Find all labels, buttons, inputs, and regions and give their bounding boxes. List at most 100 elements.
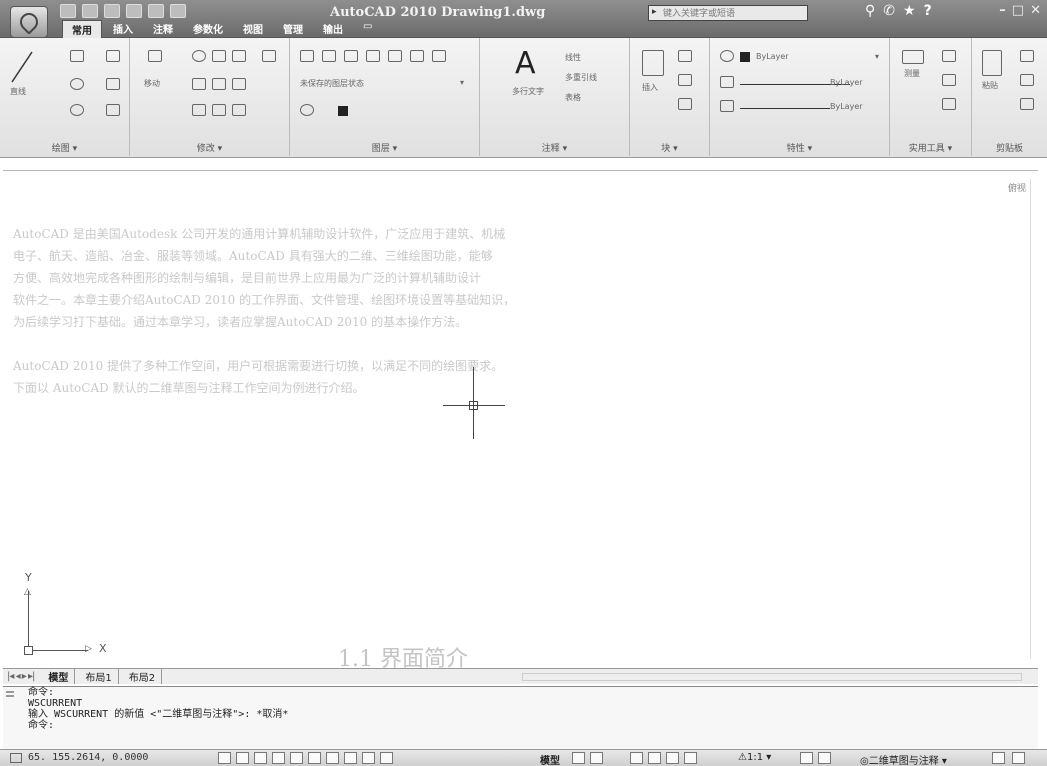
coordinates-icon[interactable] — [10, 753, 22, 763]
panel-block-title[interactable]: 块 ▾ — [630, 141, 709, 154]
offset-icon[interactable] — [232, 104, 246, 116]
layer-lock-icon[interactable] — [366, 50, 380, 62]
viewcube-label[interactable]: 俯视 — [1008, 181, 1026, 194]
close-button[interactable]: ✕ — [1030, 3, 1041, 18]
vertical-scrollbar[interactable] — [1030, 179, 1038, 659]
application-menu-button[interactable] — [10, 6, 48, 38]
stretch-icon[interactable] — [262, 50, 276, 62]
tab-parametric[interactable]: 参数化 — [184, 20, 232, 38]
insert-block-icon[interactable] — [642, 50, 664, 76]
ortho-mode-icon[interactable] — [254, 752, 267, 764]
multileader-dropdown[interactable]: 多重引线 — [565, 72, 597, 83]
tab-annotate[interactable]: 注释 — [144, 20, 182, 38]
quick-view-drawings-icon[interactable] — [590, 752, 603, 764]
annotation-visibility-icon[interactable] — [800, 752, 813, 764]
panel-utilities-title[interactable]: 实用工具 ▾ — [890, 141, 971, 154]
tab-view[interactable]: 视图 — [234, 20, 272, 38]
measure-icon[interactable] — [902, 50, 924, 64]
tab-insert[interactable]: 插入 — [104, 20, 142, 38]
quick-select-icon[interactable] — [942, 50, 956, 62]
layer-state-dropdown[interactable]: 未保存的图层状态 — [300, 78, 364, 89]
workspace-switch-dropdown[interactable]: ◎二维草图与注释 ▾ — [860, 752, 947, 766]
cursor-coordinates[interactable]: 65. 155.2614, 0.0000 — [28, 752, 148, 763]
plot-icon[interactable] — [170, 4, 186, 18]
explode-icon[interactable] — [232, 78, 246, 90]
layer-freeze-icon[interactable] — [322, 50, 336, 62]
tab-model[interactable]: 模型 — [42, 669, 76, 684]
panel-annotation-title[interactable]: 注释 ▾ — [480, 141, 629, 154]
layer-bulb-icon[interactable] — [300, 104, 314, 116]
mirror-icon[interactable] — [232, 50, 246, 62]
minimize-button[interactable]: – — [999, 3, 1006, 18]
panel-draw-title[interactable]: 绘图 ▾ — [0, 141, 129, 154]
layout-nav-arrows[interactable]: |◂ ◂ ▸ ▸| — [3, 671, 38, 682]
edit-block-icon[interactable] — [678, 74, 692, 86]
tab-manage[interactable]: 管理 — [274, 20, 312, 38]
pan-icon[interactable] — [630, 752, 643, 764]
maximize-button[interactable]: □ — [1012, 3, 1024, 18]
command-window[interactable]: 命令: WSCURRENT 输入 WSCURRENT 的新值 <"二维草图与注释… — [3, 686, 1038, 749]
open-file-icon[interactable] — [82, 4, 98, 18]
copy-clip-icon[interactable] — [1020, 74, 1034, 86]
new-file-icon[interactable] — [60, 4, 76, 18]
ribbon-toggle-icon[interactable]: ▭ — [354, 20, 381, 38]
rotate-icon[interactable] — [192, 50, 206, 62]
favorites-icon[interactable]: ★ — [903, 3, 916, 19]
fillet-icon[interactable] — [212, 78, 226, 90]
quick-view-layouts-icon[interactable] — [572, 752, 585, 764]
layer-properties-icon[interactable] — [300, 50, 314, 62]
lineweight-icon[interactable] — [720, 76, 734, 88]
paste-icon[interactable] — [982, 50, 1002, 76]
layer-match-icon[interactable] — [410, 50, 424, 62]
object-snap-icon[interactable] — [290, 752, 303, 764]
layer-walk-icon[interactable] — [432, 50, 446, 62]
panel-modify-title[interactable]: 修改 ▾ — [130, 141, 289, 154]
dimension-linear-dropdown[interactable]: 线性 — [565, 52, 581, 63]
linetype-dropdown[interactable]: ByLayer — [830, 78, 863, 87]
annotation-scale-dropdown[interactable]: ⚠1:1 ▾ — [738, 752, 771, 763]
horizontal-scrollbar[interactable] — [522, 672, 1022, 681]
communication-center-icon[interactable]: ✆ — [883, 3, 895, 19]
search-input[interactable]: 键入关键字或短语 — [648, 5, 808, 21]
cut-icon[interactable] — [1020, 50, 1034, 62]
lineweight-dropdown[interactable]: ByLayer — [830, 102, 863, 111]
panel-clipboard-title[interactable]: 剪贴板 — [972, 141, 1047, 154]
quick-properties-icon[interactable] — [380, 752, 393, 764]
edit-attributes-icon[interactable] — [678, 98, 692, 110]
undo-icon[interactable] — [126, 4, 142, 18]
copy-icon[interactable] — [212, 50, 226, 62]
region-icon[interactable] — [106, 104, 120, 116]
tab-layout1[interactable]: 布局1 — [79, 669, 119, 684]
trim-icon[interactable] — [192, 78, 206, 90]
rectangle-icon[interactable] — [106, 50, 120, 62]
lineweight-toggle-icon[interactable] — [362, 752, 375, 764]
layer-iso-icon[interactable] — [388, 50, 402, 62]
polar-tracking-icon[interactable] — [272, 752, 285, 764]
grid-display-icon[interactable] — [236, 752, 249, 764]
help-icon[interactable]: ? — [924, 3, 932, 19]
zoom-icon[interactable] — [648, 752, 661, 764]
command-prompt[interactable]: 命令: — [28, 720, 1038, 731]
line-tool-icon[interactable] — [10, 48, 34, 84]
redo-icon[interactable] — [148, 4, 164, 18]
object-snap-tracking-icon[interactable] — [308, 752, 321, 764]
drawing-area[interactable]: 俯视 AutoCAD 是由美国Autodesk 公司开发的通用计算机辅助设计软件… — [3, 170, 1038, 672]
multiline-text-icon[interactable]: A — [515, 46, 536, 81]
binoculars-icon[interactable]: ⚲ — [865, 3, 875, 19]
hatch-icon[interactable] — [106, 78, 120, 90]
model-space-button[interactable]: 模型 — [540, 752, 560, 766]
polyline-icon[interactable] — [70, 50, 84, 62]
color-dropdown[interactable]: ByLayer — [756, 52, 789, 61]
color-dropdown-arrow-icon[interactable]: ▾ — [875, 52, 879, 61]
copy-with-basepoint-icon[interactable] — [1020, 98, 1034, 110]
panel-properties-title[interactable]: 特性 ▾ — [710, 141, 889, 154]
dynamic-ucs-icon[interactable] — [326, 752, 339, 764]
erase-icon[interactable] — [192, 104, 206, 116]
tab-layout2[interactable]: 布局2 — [123, 669, 163, 684]
layer-off-icon[interactable] — [344, 50, 358, 62]
snap-mode-icon[interactable] — [218, 752, 231, 764]
layer-state-arrow-icon[interactable]: ▾ — [460, 78, 464, 87]
quick-calc-icon[interactable] — [942, 74, 956, 86]
move-icon[interactable] — [148, 50, 162, 62]
arc-icon[interactable] — [70, 104, 84, 116]
